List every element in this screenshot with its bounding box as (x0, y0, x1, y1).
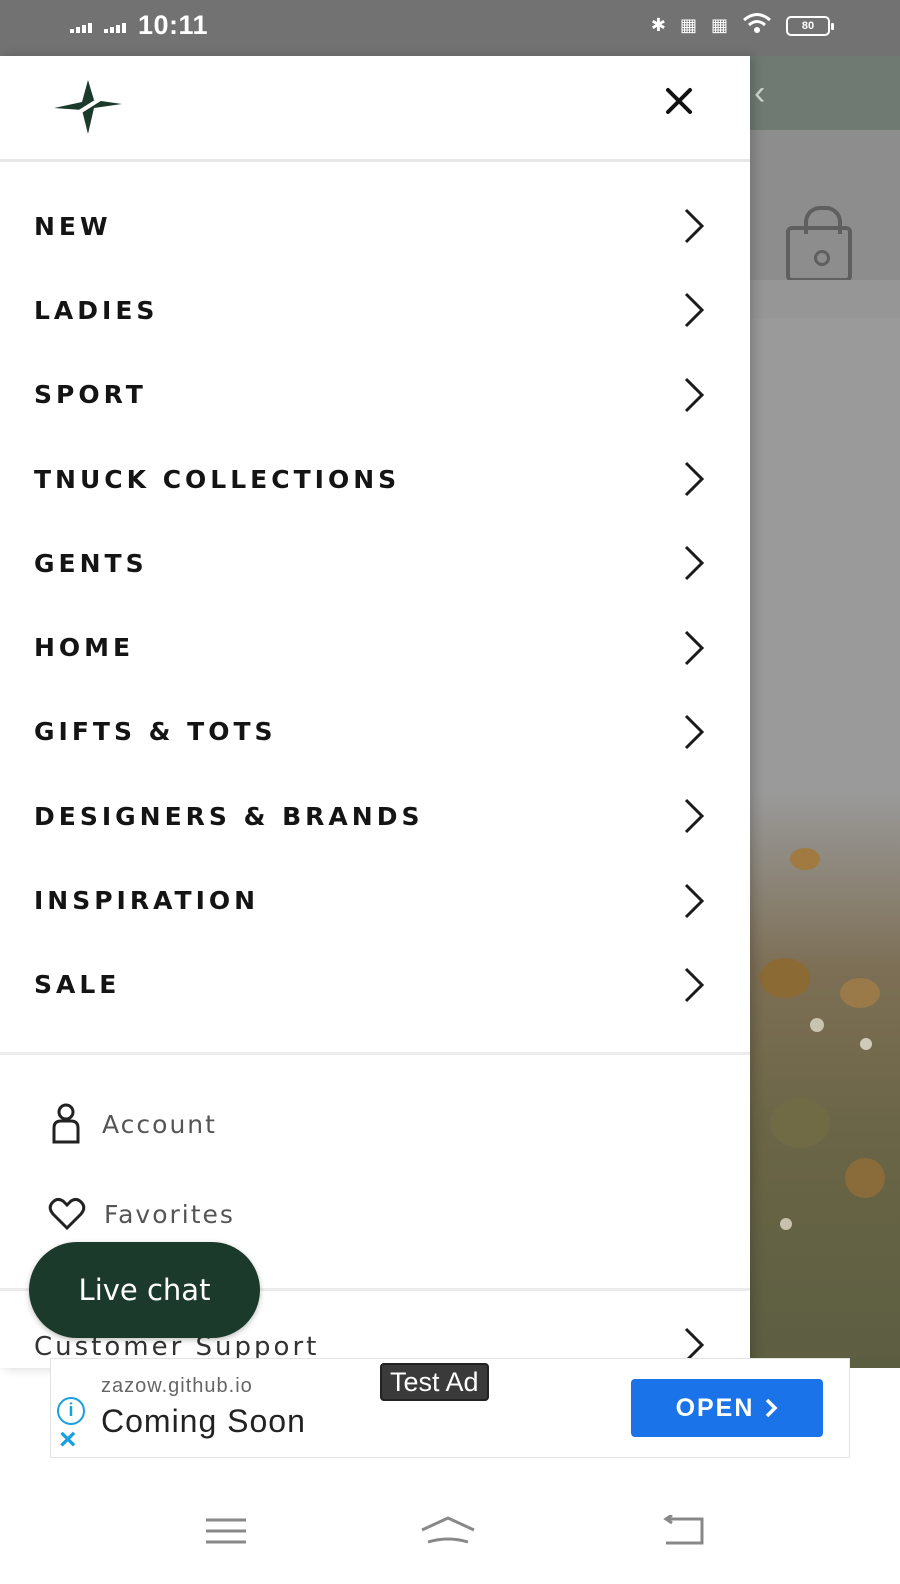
account-label: Account (102, 1109, 217, 1139)
ad-open-label: OPEN (675, 1393, 755, 1422)
brand-logo[interactable] (50, 78, 126, 136)
chevron-right-icon (684, 630, 705, 665)
drawer-header (0, 56, 750, 162)
menu-item-ladies[interactable]: LADIES (0, 268, 750, 352)
menu-item-label: GIFTS & TOTS (34, 717, 277, 747)
menu-item-label: NEW (34, 211, 112, 241)
menu-item-label: SALE (34, 970, 121, 1000)
navigation-drawer: NEW LADIES SPORT TNUCK COLLECTIONS GENTS… (0, 56, 750, 1368)
divider (0, 1052, 750, 1055)
category-menu: NEW LADIES SPORT TNUCK COLLECTIONS GENTS… (0, 184, 750, 1027)
menu-item-sale[interactable]: SALE (0, 943, 750, 1027)
ad-banner[interactable]: i × zazow.github.io Coming Soon Test Ad … (50, 1358, 850, 1458)
status-time: 10:11 (138, 10, 209, 40)
menu-icon (206, 1518, 246, 1544)
chevron-right-icon (684, 209, 705, 244)
chevron-right-icon (684, 799, 705, 834)
menu-item-inspiration[interactable]: INSPIRATION (0, 858, 750, 942)
menu-item-label: SPORT (34, 380, 147, 410)
live-chat-button[interactable]: Live chat (29, 1242, 260, 1338)
status-bar: 10:11 ✱ ▦ ▦ 80 (0, 0, 900, 56)
chevron-right-icon (766, 1398, 778, 1418)
menu-item-new[interactable]: NEW (0, 184, 750, 268)
back-icon (663, 1515, 704, 1545)
menu-item-label: TNUCK COLLECTIONS (34, 464, 401, 494)
menu-item-collections[interactable]: TNUCK COLLECTIONS (0, 437, 750, 521)
menu-item-gents[interactable]: GENTS (0, 521, 750, 605)
battery-icon: 80 (786, 15, 834, 36)
chevron-right-icon (684, 714, 705, 749)
network-icon: ▦ (679, 15, 697, 35)
chevron-right-icon (684, 546, 705, 581)
system-nav-bar (0, 1484, 900, 1584)
menu-item-label: LADIES (34, 295, 159, 325)
person-icon (52, 1103, 80, 1144)
menu-item-designers[interactable]: DESIGNERS & BRANDS (0, 774, 750, 858)
ad-title: Coming Soon (101, 1403, 306, 1439)
menu-item-label: DESIGNERS & BRANDS (34, 801, 424, 831)
shopping-bag-icon (786, 206, 852, 282)
menu-item-label: INSPIRATION (34, 886, 260, 916)
background-page: ‹ (750, 56, 900, 1368)
chevron-right-icon (684, 967, 705, 1002)
menu-item-gifts[interactable]: GIFTS & TOTS (0, 690, 750, 774)
menu-item-home[interactable]: HOME (0, 605, 750, 689)
wifi-icon (742, 12, 772, 39)
account-link[interactable]: Account (48, 1102, 217, 1146)
test-ad-badge: Test Ad (380, 1363, 489, 1401)
chevron-right-icon (684, 377, 705, 412)
back-icon: ‹ (754, 74, 766, 112)
home-nav-button[interactable] (418, 1506, 478, 1556)
close-button[interactable] (654, 76, 704, 126)
home-icon (421, 1516, 475, 1544)
network-icon: ▦ (710, 15, 728, 35)
close-ad-icon[interactable]: × (59, 1425, 77, 1455)
info-icon[interactable]: i (57, 1397, 85, 1425)
signal-icon (104, 19, 126, 33)
menu-item-sport[interactable]: SPORT (0, 353, 750, 437)
heart-icon (48, 1197, 86, 1231)
bluetooth-icon: ✱ (650, 15, 666, 35)
menu-nav-button[interactable] (196, 1506, 256, 1556)
back-nav-button[interactable] (652, 1506, 712, 1556)
favorites-label: Favorites (104, 1199, 235, 1229)
menu-item-label: HOME (34, 633, 135, 663)
signal-icon (70, 19, 92, 33)
menu-item-label: GENTS (34, 548, 148, 578)
ad-url: zazow.github.io (101, 1375, 253, 1397)
favorites-link[interactable]: Favorites (48, 1196, 235, 1232)
chevron-right-icon (684, 293, 705, 328)
hero-image (750, 318, 900, 1368)
chevron-right-icon (684, 461, 705, 497)
close-icon (666, 88, 692, 114)
chevron-right-icon (684, 883, 705, 918)
ad-open-button[interactable]: OPEN (631, 1379, 823, 1437)
